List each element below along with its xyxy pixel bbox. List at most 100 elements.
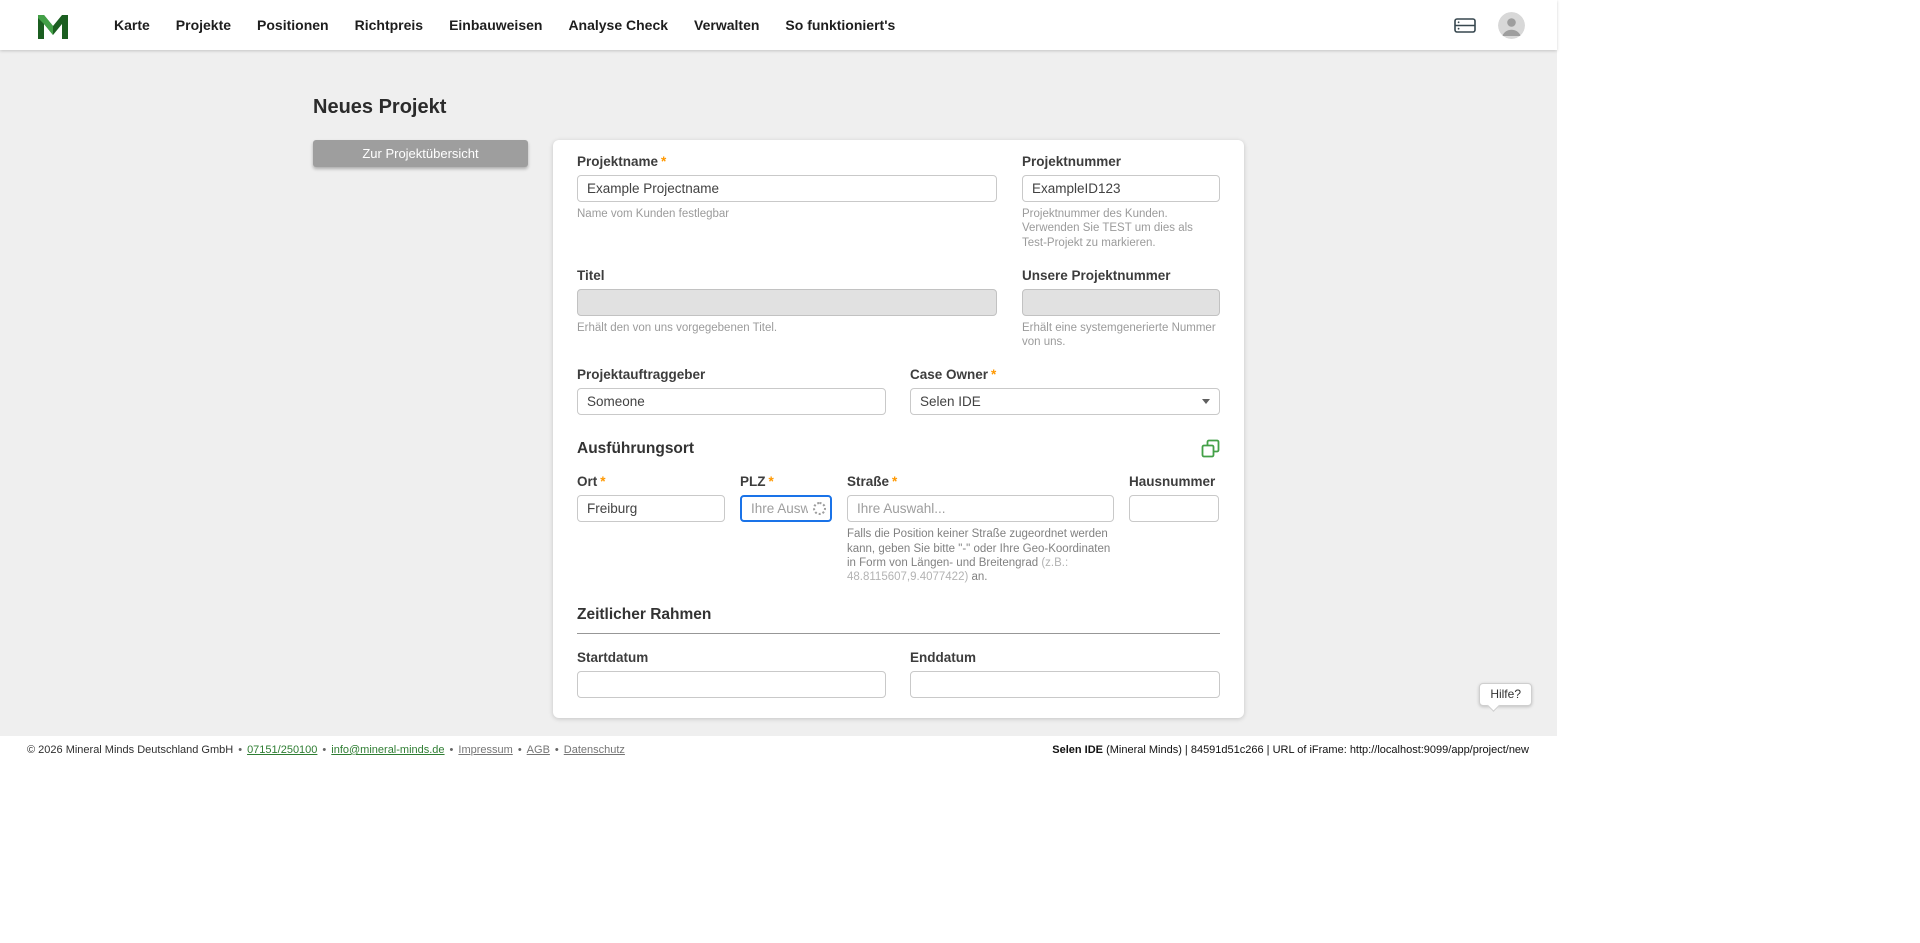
page-title: Neues Projekt xyxy=(313,96,447,118)
nav-item-karte[interactable]: Karte xyxy=(114,17,150,33)
titel-input xyxy=(577,288,997,316)
form-row-1: Projektname* Name vom Kunden festlegbar … xyxy=(577,154,1220,250)
nav-item-richtpreis[interactable]: Richtpreis xyxy=(355,17,423,33)
chevron-down-icon xyxy=(1202,399,1210,405)
zeitlicher-rahmen-title: Zeitlicher Rahmen xyxy=(577,606,712,624)
strasse-label: Straße * xyxy=(847,474,1114,489)
case-owner-select[interactable]: Selen IDE xyxy=(910,388,1220,416)
case-owner-label-text: Case Owner xyxy=(910,367,989,383)
left-column: Zur Projektübersicht xyxy=(313,140,528,167)
projektname-input[interactable] xyxy=(577,175,997,202)
enddatum-label: Enddatum xyxy=(910,650,976,666)
projektuebersicht-button[interactable]: Zur Projektübersicht xyxy=(313,140,528,167)
projektauftraggeber-label: Projektauftraggeber xyxy=(577,367,706,383)
footer-session-user: Selen IDE xyxy=(1052,744,1104,756)
footer-separator: • xyxy=(238,744,243,756)
ausfuehrungsort-title: Ausführungsort xyxy=(577,439,695,457)
top-nav: Karte Projekte Positionen Richtpreis Ein… xyxy=(0,0,1557,50)
case-owner-label: Case Owner * xyxy=(910,367,1220,382)
field-startdatum: Startdatum xyxy=(577,650,886,699)
footer-session-rest: (Mineral Minds) | 84591d51c266 | URL of … xyxy=(1103,744,1529,756)
projektname-hint: Name vom Kunden festlegbar xyxy=(577,208,730,220)
hausnummer-label: Hausnummer xyxy=(1129,474,1216,490)
footer-copyright: © 2026 Mineral Minds Deutschland GmbH xyxy=(27,744,234,756)
section-ausfuehrungsort: Ausführungsort xyxy=(577,439,1220,458)
field-strasse: Straße* Falls die Position keiner Straße… xyxy=(847,474,1114,584)
projektnummer-hint: Projektnummer des Kunden. Verwenden Sie … xyxy=(1022,208,1193,249)
footer-separator: • xyxy=(517,744,522,756)
form-row-dates: Startdatum Enddatum xyxy=(577,650,1220,699)
strasse-hint: Falls die Position keiner Straße zugeord… xyxy=(847,527,1114,584)
nav-item-verwalten[interactable]: Verwalten xyxy=(694,17,759,33)
copy-icon[interactable] xyxy=(1201,439,1220,458)
startdatum-label: Startdatum xyxy=(577,650,649,666)
field-titel: Titel Erhält den von uns vorgegebenen Ti… xyxy=(577,268,997,350)
footer-separator: • xyxy=(322,744,327,756)
footer-separator: • xyxy=(449,744,454,756)
unsere-projektnummer-hint: Erhält eine systemgenerierte Nummer von … xyxy=(1022,321,1216,348)
field-projektname: Projektname* Name vom Kunden festlegbar xyxy=(577,154,997,250)
content: Neues Projekt Zur Projektübersicht Proje… xyxy=(313,50,1244,719)
footer: © 2026 Mineral Minds Deutschland GmbH • … xyxy=(0,736,1557,764)
field-hausnummer: Hausnummer xyxy=(1129,474,1219,584)
server-icon[interactable] xyxy=(1454,17,1476,33)
nav-item-einbauweisen[interactable]: Einbauweisen xyxy=(449,17,542,33)
hilfe-button[interactable]: Hilfe? xyxy=(1479,683,1532,706)
required-asterisk: * xyxy=(768,474,774,490)
plz-label: PLZ * xyxy=(740,474,832,489)
titel-label: Titel xyxy=(577,267,605,283)
case-owner-selected-value: Selen IDE xyxy=(920,394,981,410)
projektname-label-text: Projektname xyxy=(577,154,659,169)
enddatum-input[interactable] xyxy=(910,671,1220,699)
user-avatar-icon[interactable] xyxy=(1498,11,1525,39)
form-row-3: Projektauftraggeber Case Owner* Selen ID… xyxy=(577,367,1220,416)
nav-items: Karte Projekte Positionen Richtpreis Ein… xyxy=(114,17,895,33)
required-asterisk: * xyxy=(892,474,898,490)
nav-item-so-funktionierts[interactable]: So funktioniert's xyxy=(785,17,895,33)
footer-link-email[interactable]: info@mineral-minds.de xyxy=(331,744,444,756)
footer-link-agb[interactable]: AGB xyxy=(527,744,550,756)
field-enddatum: Enddatum xyxy=(910,650,1220,699)
project-form-card: Projektname* Name vom Kunden festlegbar … xyxy=(553,140,1244,719)
hausnummer-input[interactable] xyxy=(1129,495,1219,523)
plz-label-text: PLZ xyxy=(740,474,766,490)
field-projektnummer: Projektnummer Projektnummer des Kunden. … xyxy=(1022,154,1220,250)
unsere-projektnummer-label: Unsere Projektnummer xyxy=(1022,267,1171,283)
form-row-ort: Ort* PLZ* xyxy=(577,474,1220,584)
strasse-label-text: Straße xyxy=(847,474,890,490)
startdatum-input[interactable] xyxy=(577,671,886,699)
projektnummer-input[interactable] xyxy=(1022,175,1220,202)
nav-right xyxy=(1454,11,1525,39)
strasse-hint-main: Falls die Position keiner Straße zugeord… xyxy=(847,528,1111,569)
nav-item-positionen[interactable]: Positionen xyxy=(257,17,329,33)
strasse-hint-suffix: an. xyxy=(968,571,988,583)
projektname-label: Projektname * xyxy=(577,154,997,169)
field-case-owner: Case Owner * Selen IDE xyxy=(910,367,1220,416)
projektauftraggeber-input[interactable] xyxy=(577,388,886,416)
projektnummer-label: Projektnummer xyxy=(1022,154,1122,169)
required-asterisk: * xyxy=(991,367,997,383)
footer-session-info: Selen IDE (Mineral Minds) | 84591d51c266… xyxy=(1052,744,1529,756)
required-asterisk: * xyxy=(600,474,606,490)
footer-link-datenschutz[interactable]: Datenschutz xyxy=(564,744,625,756)
footer-separator: • xyxy=(554,744,559,756)
required-asterisk: * xyxy=(661,154,667,169)
field-plz: PLZ * xyxy=(740,474,832,584)
field-unsere-projektnummer: Unsere Projektnummer Erhält eine systemg… xyxy=(1022,268,1220,350)
nav-item-analyse-check[interactable]: Analyse Check xyxy=(568,17,668,33)
loading-spinner-icon xyxy=(813,501,826,515)
ort-input[interactable] xyxy=(577,495,725,523)
strasse-input[interactable] xyxy=(847,495,1114,523)
footer-link-impressum[interactable]: Impressum xyxy=(458,744,512,756)
field-ort: Ort * xyxy=(577,474,725,584)
form-row-2: Titel Erhält den von uns vorgegebenen Ti… xyxy=(577,268,1220,350)
footer-left: © 2026 Mineral Minds Deutschland GmbH • … xyxy=(27,744,625,756)
main-area: Neues Projekt Zur Projektübersicht Proje… xyxy=(0,50,1557,736)
field-projektauftraggeber: Projektauftraggeber xyxy=(577,367,886,416)
footer-link-phone[interactable]: 07151/250100 xyxy=(247,744,317,756)
nav-item-projekte[interactable]: Projekte xyxy=(176,17,231,33)
ort-label-text: Ort xyxy=(577,474,598,490)
mineral-minds-logo-icon[interactable] xyxy=(36,10,70,40)
titel-hint: Erhält den von uns vorgegebenen Titel. xyxy=(577,321,778,334)
unsere-projektnummer-input xyxy=(1022,288,1220,316)
